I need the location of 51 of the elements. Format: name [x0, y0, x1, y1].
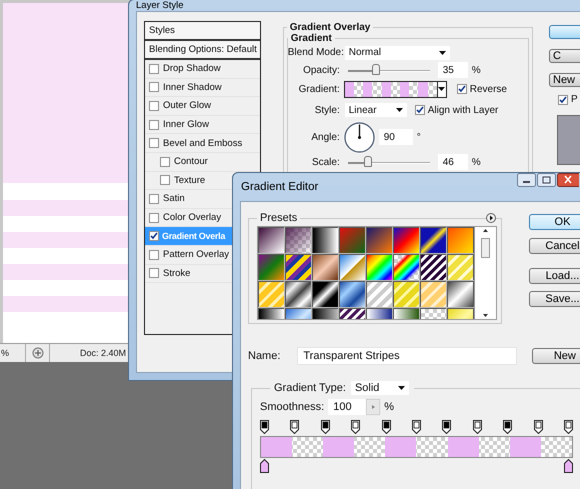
group-title: Presets: [259, 212, 298, 224]
field-label: Opacity:: [302, 64, 340, 76]
blend-mode-dropdown[interactable]: Normal: [344, 44, 451, 60]
style-label: Satin: [163, 193, 185, 204]
gradient-type-dropdown[interactable]: Solid: [350, 380, 410, 396]
unit-label: %: [472, 156, 481, 168]
unit-label: %: [384, 401, 394, 413]
window-title: Layer Style: [136, 0, 184, 11]
smoothness-field[interactable]: 100: [328, 399, 380, 415]
unit-label: %: [472, 64, 481, 76]
style-label: Color Overlay: [163, 212, 222, 224]
style-label: Pattern Overlay: [163, 249, 229, 260]
dialog-button[interactable]: OK: [529, 214, 580, 230]
zoom-level: %: [1, 348, 10, 358]
style-label: Texture: [174, 174, 206, 186]
group-title: Gradient: [290, 33, 333, 44]
field-label: Gradient:: [298, 84, 340, 94]
style-label: Stroke: [163, 268, 190, 279]
field-label: Gradient Type:: [274, 382, 346, 394]
field-label: Smoothness:: [260, 401, 324, 413]
blending-options-item[interactable]: Blending Options: Default: [145, 41, 260, 60]
style-label: Outer Glow: [163, 100, 212, 112]
styles-header[interactable]: Styles: [145, 22, 260, 41]
group-title: Gradient Overlay: [288, 22, 372, 33]
dialog-button[interactable]: Load...: [529, 268, 580, 284]
document-size: Doc: 2.40M: [80, 348, 126, 358]
style-label: Inner Shadow: [163, 82, 222, 93]
style-label: Drop Shadow: [163, 63, 221, 74]
checkbox-label: Align with Layer: [428, 104, 498, 116]
style-label: Bevel and Emboss: [163, 138, 242, 149]
angle-field[interactable]: 90: [378, 129, 413, 145]
scale-field[interactable]: 46: [438, 154, 468, 170]
field-label: Scale:: [310, 156, 340, 168]
style-label: Inner Glow: [163, 119, 209, 130]
style-item[interactable]: Inner Shadow: [145, 78, 260, 98]
dialog-button[interactable]: Cancel: [529, 238, 580, 254]
checkbox-label: P: [571, 94, 578, 105]
unit-label: °: [416, 132, 421, 142]
dialog-button[interactable]: C: [549, 49, 580, 63]
field-label: Angle:: [310, 132, 340, 142]
style-dropdown[interactable]: Linear: [344, 102, 408, 118]
style-label: Gradient Overla: [162, 231, 226, 242]
new-button[interactable]: New: [532, 348, 580, 364]
checkbox-label: Reverse: [470, 84, 507, 94]
opacity-field[interactable]: 35: [438, 62, 468, 78]
dialog-button[interactable]: Save...: [529, 291, 580, 307]
style-label: Contour: [174, 156, 208, 168]
dialog-button[interactable]: New: [549, 73, 580, 87]
name-field[interactable]: Transparent Stripes: [297, 347, 517, 365]
field-label: Style:: [314, 104, 340, 116]
name-label: Name:: [248, 350, 282, 362]
